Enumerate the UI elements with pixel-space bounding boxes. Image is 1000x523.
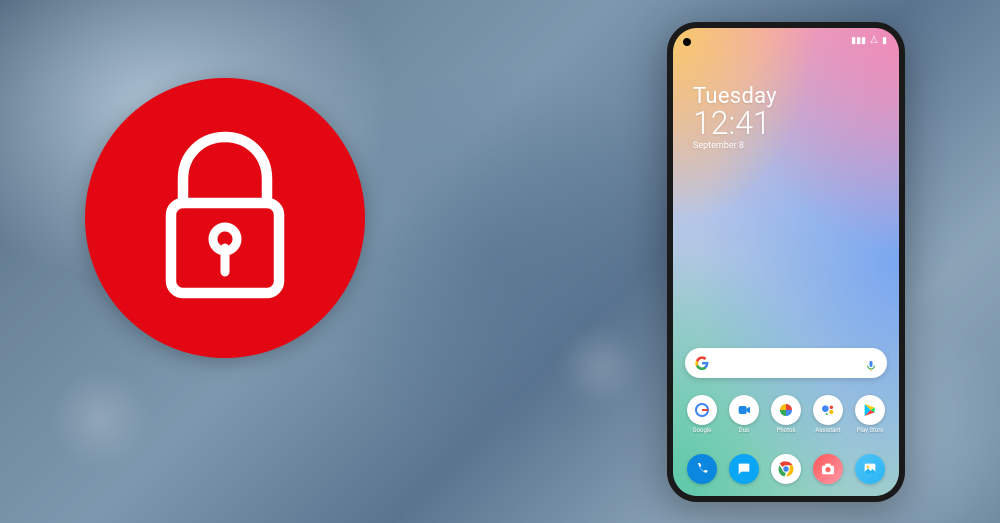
messages-app-icon (729, 454, 759, 484)
status-bar: ▮▮▮ ⧊ ▮ (851, 36, 887, 46)
app-label: Duo (739, 427, 750, 434)
phone-app-icon (687, 454, 717, 484)
assistant-app-icon (813, 395, 843, 425)
camera-app-icon (813, 454, 843, 484)
app-label: Google (693, 427, 712, 434)
google-search-bar[interactable] (685, 348, 887, 378)
assistant-app[interactable]: Assistant (811, 395, 845, 434)
app-label: Photos (777, 427, 796, 434)
duo-app-icon (729, 395, 759, 425)
play-store-app-icon (855, 395, 885, 425)
clock-date: September 8 (693, 141, 777, 151)
gallery-app[interactable]: Gallery (853, 454, 887, 484)
clock-time: 12:41 (693, 107, 777, 139)
lock-icon (150, 128, 300, 308)
play-store-app[interactable]: Play Store (853, 395, 887, 434)
chrome-app-icon (771, 454, 801, 484)
chrome-app[interactable]: Chrome (769, 454, 803, 484)
mic-icon[interactable] (865, 357, 877, 369)
app-row-1: Google Duo (685, 395, 887, 434)
signal-icon: ▮▮▮ (851, 36, 866, 46)
google-app-icon (687, 395, 717, 425)
lock-badge (85, 78, 365, 358)
phone-screen: ▮▮▮ ⧊ ▮ Tuesday 12:41 September 8 (673, 28, 899, 496)
photos-app[interactable]: Photos (769, 395, 803, 434)
phone-mockup: ▮▮▮ ⧊ ▮ Tuesday 12:41 September 8 (667, 22, 905, 502)
wifi-icon: ⧊ (870, 36, 878, 46)
google-app[interactable]: Google (685, 395, 719, 434)
front-camera (683, 38, 691, 46)
app-dock: Phone Messages (685, 454, 887, 484)
hero-image: ▮▮▮ ⧊ ▮ Tuesday 12:41 September 8 (0, 0, 1000, 523)
camera-app[interactable]: Camera (811, 454, 845, 484)
photos-app-icon (771, 395, 801, 425)
duo-app[interactable]: Duo (727, 395, 761, 434)
app-label: Assistant (815, 427, 840, 434)
gallery-app-icon (855, 454, 885, 484)
battery-icon: ▮ (882, 36, 887, 46)
app-label: Play Store (857, 427, 884, 434)
google-logo-icon (695, 356, 709, 370)
messages-app[interactable]: Messages (727, 454, 761, 484)
phone-app[interactable]: Phone (685, 454, 719, 484)
lockscreen-clock: Tuesday 12:41 September 8 (693, 84, 777, 151)
